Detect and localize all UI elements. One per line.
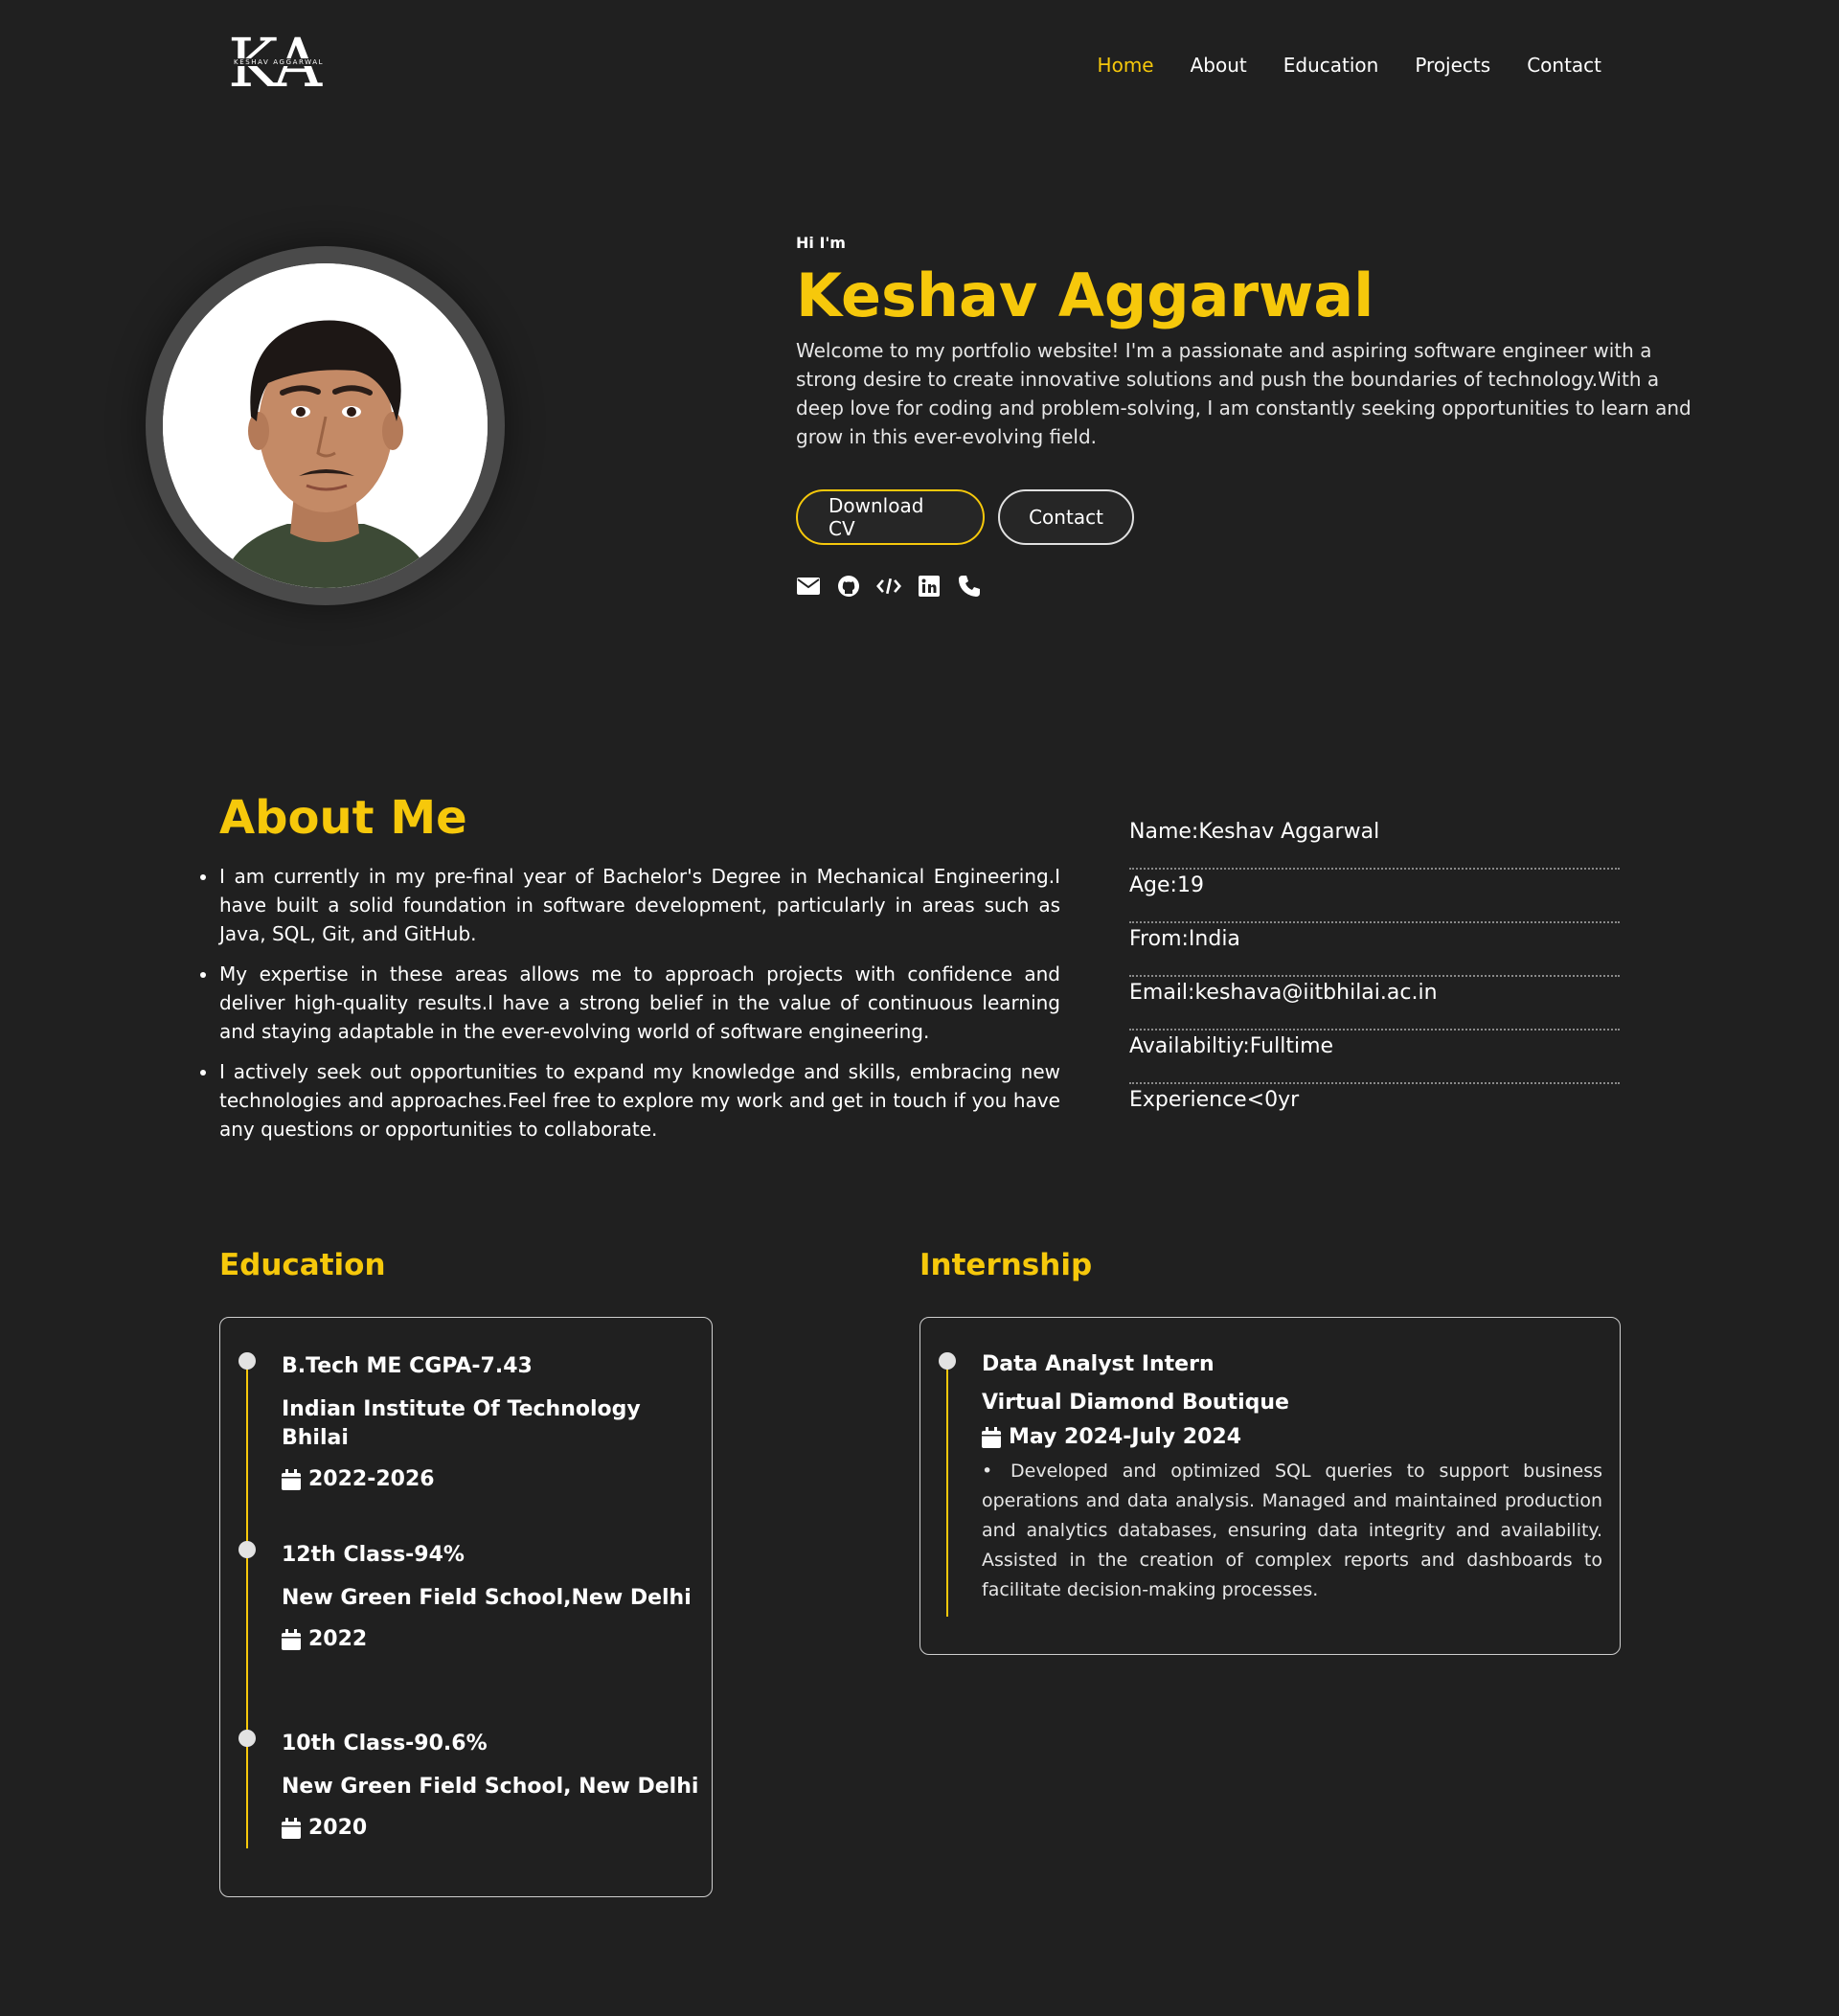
site-logo[interactable]: KA KESHAV AGGARWAL [228,30,333,97]
about-points: I am currently in my pre-final year of B… [200,862,1060,1155]
social-links [796,574,1715,599]
hero-buttons: Download CV Contact [796,489,1715,545]
portrait-illustration [163,263,488,588]
internship-date: May 2024-July 2024 [982,1425,1602,1449]
github-icon[interactable] [836,574,861,599]
info-experience: Experience<0yr [1129,1088,1300,1112]
personal-info: Name:Keshav Aggarwal Age:19 From:India E… [1129,816,1620,1138]
nav-about[interactable]: About [1191,54,1247,77]
linkedin-icon[interactable] [917,574,942,599]
logo-subtitle: KESHAV AGGARWAL [232,58,327,66]
timeline-line [946,1366,948,1617]
education-date: 2022-2026 [282,1467,712,1491]
education-years: 2020 [308,1816,368,1840]
internship-description: • Developed and optimized SQL queries to … [982,1457,1602,1605]
nav-projects[interactable]: Projects [1415,54,1490,77]
education-years: 2022-2026 [308,1467,435,1491]
about-title: About Me [219,791,467,845]
education-date: 2020 [282,1816,698,1840]
profile-photo-frame [146,246,505,605]
education-entry: B.Tech ME CGPA-7.43 Indian Institute Of … [282,1352,712,1491]
info-email: Email:keshava@iitbhilai.ac.in [1129,977,1620,1031]
education-degree: 12th Class-94% [282,1543,465,1567]
contact-button[interactable]: Contact [998,489,1134,545]
calendar-icon [982,1426,1001,1448]
calendar-icon [282,1628,301,1650]
education-entry: 10th Class-90.6% New Green Field School,… [282,1730,698,1840]
internship-dates: May 2024-July 2024 [1009,1425,1242,1449]
main-nav: Home About Education Projects Contact [1098,54,1601,77]
education-degree: B.Tech ME CGPA-7.43 [282,1354,533,1378]
info-age: Age:19 [1129,870,1620,923]
timeline-line [246,1366,248,1848]
calendar-icon [282,1817,301,1839]
education-degree: 10th Class-90.6% [282,1732,488,1756]
education-school: Indian Institute Of Technology Bhilai [282,1397,641,1450]
hero-greeting: Hi I'm [796,234,846,252]
education-school: New Green Field School, New Delhi [282,1775,699,1799]
internship-role: Data Analyst Intern [982,1352,1215,1376]
portfolio-page: KA KESHAV AGGARWAL Home About Education … [0,0,1839,2016]
timeline-dot [238,1541,256,1558]
education-school: New Green Field School,New Delhi [282,1586,692,1610]
phone-icon[interactable] [957,574,982,599]
about-point: I actively seek out opportunities to exp… [200,1057,1060,1144]
education-card: B.Tech ME CGPA-7.43 Indian Institute Of … [219,1317,713,1897]
nav-contact[interactable]: Contact [1527,54,1601,77]
info-availability: Availabiltiy:Fulltime [1129,1031,1620,1084]
education-date: 2022 [282,1627,692,1651]
internship-description-text: Developed and optimized SQL queries to s… [982,1461,1602,1600]
calendar-icon [282,1468,301,1490]
nav-home[interactable]: Home [1098,54,1154,77]
hero-section: Hi I'm Keshav Aggarwal Welcome to my por… [796,234,1715,599]
timeline-dot [939,1352,956,1370]
education-title: Education [219,1248,386,1282]
about-point: I am currently in my pre-final year of B… [200,862,1060,948]
download-cv-button[interactable]: Download CV [796,489,985,545]
nav-education[interactable]: Education [1283,54,1379,77]
about-point: My expertise in these areas allows me to… [200,960,1060,1046]
education-entry: 12th Class-94% New Green Field School,Ne… [282,1541,692,1651]
internship-card: Data Analyst Intern Virtual Diamond Bout… [920,1317,1621,1655]
timeline-dot [238,1352,256,1370]
info-from: From:India [1129,923,1620,977]
education-years: 2022 [308,1627,368,1651]
profile-photo [163,263,488,588]
internship-company: Virtual Diamond Boutique [982,1391,1289,1415]
hero-name: Keshav Aggarwal [796,260,1374,330]
code-icon[interactable] [876,574,901,599]
internship-entry: Data Analyst Intern Virtual Diamond Bout… [982,1350,1602,1605]
timeline-dot [238,1730,256,1747]
hero-intro: Welcome to my portfolio website! I'm a p… [796,339,1691,448]
internship-title: Internship [920,1248,1093,1282]
bullet: • [982,1461,993,1482]
envelope-icon[interactable] [796,574,821,599]
info-name: Name:Keshav Aggarwal [1129,816,1620,870]
